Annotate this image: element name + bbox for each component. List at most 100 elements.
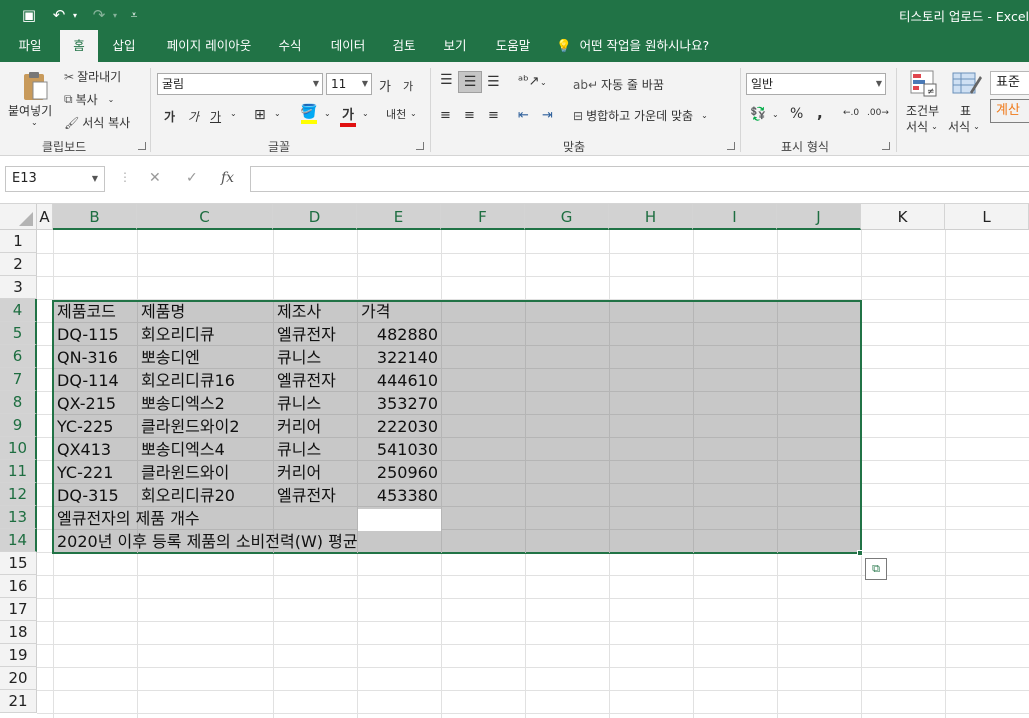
redo-icon[interactable]: ↷ xyxy=(88,4,110,26)
underline-button[interactable]: 가 xyxy=(210,108,221,125)
conditional-formatting-label2[interactable]: 서식 ⌄ xyxy=(906,118,938,135)
cell-e12[interactable]: 453380 xyxy=(357,484,438,507)
undo-icon[interactable]: ↶ xyxy=(48,4,70,26)
cell-d4[interactable]: 제조사 xyxy=(277,300,321,323)
align-right-icon[interactable]: ≡ xyxy=(488,108,499,123)
cut-button[interactable]: ✂ 잘라내기 xyxy=(64,68,121,85)
cell-c5[interactable]: 회오리디큐 xyxy=(141,323,215,346)
clipboard-launcher-icon[interactable] xyxy=(138,142,146,150)
row-header-8[interactable]: 8 xyxy=(0,391,37,414)
comma-button[interactable]: , xyxy=(817,104,823,122)
phonetic-button[interactable]: 내천 xyxy=(386,106,406,122)
column-header-g[interactable]: G xyxy=(525,204,609,230)
cell-c8[interactable]: 뽀송디엑스2 xyxy=(141,392,225,415)
cell-e7[interactable]: 444610 xyxy=(357,369,438,392)
cell-b12[interactable]: DQ-315 xyxy=(57,484,119,507)
column-header-l[interactable]: L xyxy=(945,204,1029,230)
enter-icon[interactable]: ✓ xyxy=(186,170,198,186)
font-color-button[interactable]: 가 xyxy=(340,104,356,127)
cell-b13[interactable]: 엘큐전자의 제품 개수 xyxy=(57,507,200,530)
column-header-k[interactable]: K xyxy=(861,204,945,230)
conditional-formatting-label[interactable]: 조건부 xyxy=(906,102,939,119)
column-header-f[interactable]: F xyxy=(441,204,525,230)
row-header-15[interactable]: 15 xyxy=(0,552,37,575)
fill-color-button[interactable]: 🪣 xyxy=(300,104,317,124)
tab-insert[interactable]: 삽입 xyxy=(102,30,146,62)
row-header-1[interactable]: 1 xyxy=(0,230,37,253)
tab-file[interactable]: 파일 xyxy=(8,30,52,62)
merge-center-button[interactable]: ⊟ 병합하고 가운데 맞춤 ⌄ xyxy=(573,107,708,124)
align-center-icon[interactable]: ≡ xyxy=(464,108,475,123)
bold-button[interactable]: 가 xyxy=(164,108,175,125)
format-as-table-icon[interactable] xyxy=(952,70,982,98)
format-as-table-label2[interactable]: 서식 ⌄ xyxy=(948,118,980,135)
align-left-icon[interactable]: ≡ xyxy=(440,108,451,123)
number-format-select[interactable]: 일반 ▼ xyxy=(746,73,886,95)
tab-formulas[interactable]: 수식 xyxy=(268,30,312,62)
decrease-indent-icon[interactable]: ⇤ xyxy=(518,108,529,123)
phonetic-dropdown-icon[interactable]: ⌄ xyxy=(410,109,417,118)
tell-me-search[interactable]: 💡 어떤 작업을 원하시나요? xyxy=(556,30,709,62)
row-header-6[interactable]: 6 xyxy=(0,345,37,368)
redo-dropdown-icon[interactable]: ▾ xyxy=(110,4,120,26)
cell-e4[interactable]: 가격 xyxy=(361,300,390,323)
fill-handle[interactable] xyxy=(857,550,863,556)
column-header-h[interactable]: H xyxy=(609,204,693,230)
copy-button[interactable]: ⧉ 복사 ⌄ xyxy=(64,91,114,108)
grow-font-button[interactable]: 가 xyxy=(379,76,391,95)
select-all-button[interactable] xyxy=(0,204,37,230)
number-launcher-icon[interactable] xyxy=(882,142,890,150)
cell-d8[interactable]: 큐니스 xyxy=(277,392,321,415)
row-header-9[interactable]: 9 xyxy=(0,414,37,437)
column-header-e[interactable]: E xyxy=(357,204,441,230)
conditional-formatting-icon[interactable]: ≠ xyxy=(910,70,938,98)
row-header-17[interactable]: 17 xyxy=(0,598,37,621)
cell-c6[interactable]: 뽀송디엔 xyxy=(141,346,200,369)
row-header-4[interactable]: 4 xyxy=(0,299,37,322)
style-normal[interactable]: 표준 xyxy=(990,71,1029,95)
paste-icon[interactable] xyxy=(20,70,50,102)
active-cell-e13[interactable] xyxy=(358,509,441,531)
border-dropdown-icon[interactable]: ⌄ xyxy=(274,109,281,118)
cell-e6[interactable]: 322140 xyxy=(357,346,438,369)
alignment-launcher-icon[interactable] xyxy=(727,142,735,150)
cell-c7[interactable]: 회오리디큐16 xyxy=(141,369,235,392)
row-header-14[interactable]: 14 xyxy=(0,529,37,552)
row-header-21[interactable]: 21 xyxy=(0,690,37,713)
font-launcher-icon[interactable] xyxy=(416,142,424,150)
font-name-select[interactable]: 굴림 ▼ xyxy=(157,73,323,95)
name-box[interactable]: E13 ▼ xyxy=(5,166,105,192)
undo-dropdown-icon[interactable]: ▾ xyxy=(70,4,80,26)
tab-page-layout[interactable]: 페이지 레이아웃 xyxy=(156,30,262,62)
customize-toolbar-icon[interactable]: ⩡ xyxy=(126,4,142,26)
orientation-dropdown-icon[interactable]: ⌄ xyxy=(540,78,547,87)
cell-b9[interactable]: YC-225 xyxy=(57,415,113,438)
tab-help[interactable]: 도움말 xyxy=(486,30,540,62)
cell-d7[interactable]: 엘큐전자 xyxy=(277,369,336,392)
cell-c10[interactable]: 뽀송디엑스4 xyxy=(141,438,225,461)
cell-b14[interactable]: 2020년 이후 등록 제품의 소비전력(W) 평균 xyxy=(57,530,358,553)
tab-home[interactable]: 홈 xyxy=(60,30,98,62)
worksheet-grid[interactable]: A B C D E F G H I J K L ⧉ 1 2 3 4 5 6 7 … xyxy=(0,204,1029,718)
align-top-icon[interactable]: ☰ xyxy=(440,72,453,88)
shrink-font-button[interactable]: 가 xyxy=(403,78,413,94)
cell-c9[interactable]: 클라윈드와이2 xyxy=(141,415,240,438)
column-header-d[interactable]: D xyxy=(273,204,357,230)
accounting-dropdown-icon[interactable]: ⌄ xyxy=(772,110,779,119)
cell-e9[interactable]: 222030 xyxy=(357,415,438,438)
format-painter-button[interactable]: 🖌 서식 복사 xyxy=(64,114,130,131)
tab-review[interactable]: 검토 xyxy=(384,30,424,62)
orientation-icon[interactable]: ᵃᵇ↗ xyxy=(518,74,540,89)
cell-c11[interactable]: 클라윈드와이 xyxy=(141,461,229,484)
row-header-13[interactable]: 13 xyxy=(0,506,37,529)
cell-e8[interactable]: 353270 xyxy=(357,392,438,415)
row-header-12[interactable]: 12 xyxy=(0,483,37,506)
paste-dropdown-icon[interactable]: ⌄ xyxy=(31,118,38,127)
font-color-dropdown-icon[interactable]: ⌄ xyxy=(362,109,369,118)
accounting-format-icon[interactable]: 💱 xyxy=(750,107,766,122)
paste-button[interactable]: 붙여넣기 xyxy=(8,102,52,119)
cell-b10[interactable]: QX413 xyxy=(57,438,111,461)
cell-b6[interactable]: QN-316 xyxy=(57,346,118,369)
row-header-10[interactable]: 10 xyxy=(0,437,37,460)
cell-d9[interactable]: 커리어 xyxy=(277,415,321,438)
